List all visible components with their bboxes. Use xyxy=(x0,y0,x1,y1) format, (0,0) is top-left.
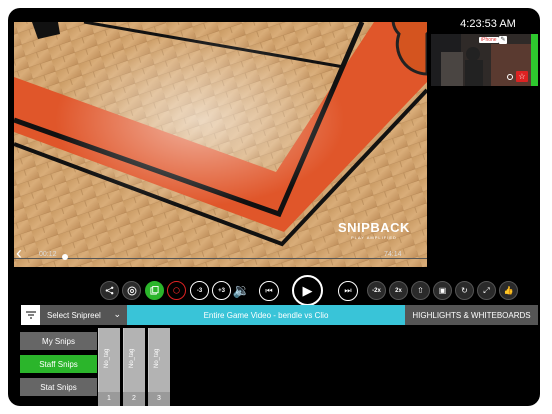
rate-down-label: -2x xyxy=(372,287,381,294)
clip-tag: No_tag xyxy=(104,348,110,368)
image-capture-icon[interactable]: ▣ xyxy=(433,281,452,300)
rate-up-label: 2x xyxy=(395,287,402,294)
back-arrow-icon[interactable]: ‹ xyxy=(16,244,22,262)
total-duration: 74:14 xyxy=(384,251,402,258)
tab-highlights-whiteboards[interactable]: HIGHLIGHTS & WHITEBOARDS xyxy=(405,305,538,325)
clip-thumbnail[interactable]: No_tag 3 xyxy=(148,328,170,406)
rewind-3-label: -3 xyxy=(196,287,203,294)
my-snips-label: My Snips xyxy=(42,336,75,346)
pencil-icon[interactable]: ✎ xyxy=(499,36,507,44)
stat-snips-label: Stat Snips xyxy=(40,382,77,392)
share-icon[interactable] xyxy=(100,281,119,300)
star-icon[interactable]: ☆ xyxy=(516,71,528,82)
thumbs-up-icon[interactable]: 👍 xyxy=(499,281,518,300)
tab-highlights-label: HIGHLIGHTS & WHITEBOARDS xyxy=(412,310,531,320)
snipback-watermark: SNIPBACK PLAY AMPLIFIED xyxy=(338,220,410,240)
rate-down-button[interactable]: -2x xyxy=(367,281,386,300)
clip-number: 2 xyxy=(123,392,145,406)
clip-thumbnail[interactable]: No_tag 1 xyxy=(98,328,120,406)
select-snipreel-label: Select Snipreel xyxy=(47,310,101,320)
staff-snips-label: Staff Snips xyxy=(39,359,78,369)
camera-switch-icon[interactable] xyxy=(507,74,513,80)
forward-3-button[interactable]: +3 xyxy=(212,281,231,300)
refresh-icon[interactable]: ↻ xyxy=(455,281,474,300)
clip-snip-icon[interactable] xyxy=(145,281,164,300)
record-timer-icon[interactable]: ◯ xyxy=(167,281,186,300)
scrubber-track[interactable] xyxy=(14,258,427,259)
watermark-logo: SNIPBACK xyxy=(338,220,410,235)
pip-status-bar xyxy=(531,34,538,86)
tab-entire-game-video-label: Entire Game Video - bendle vs Clio xyxy=(203,310,329,320)
app-frame: SNIPBACK PLAY AMPLIFIED ‹ 00:12 74:14 4:… xyxy=(8,8,540,406)
clip-thumbnail[interactable]: No_tag 2 xyxy=(123,328,145,406)
clip-tag: No_tag xyxy=(154,348,160,368)
chevron-down-icon: ⌄ xyxy=(113,309,121,319)
rewind-3-button[interactable]: -3 xyxy=(190,281,209,300)
watermark-tagline: PLAY AMPLIFIED xyxy=(351,235,397,240)
rate-up-button[interactable]: 2x xyxy=(389,281,408,300)
tab-entire-game-video[interactable]: Entire Game Video - bendle vs Clio xyxy=(127,305,405,325)
select-snipreel-dropdown[interactable]: Select Snipreel ⌄ xyxy=(40,305,127,325)
snipreel-tab-row: Select Snipreel ⌄ Entire Game Video - be… xyxy=(8,305,540,325)
filter-icon[interactable] xyxy=(21,305,40,325)
upload-icon[interactable]: ⇧ xyxy=(411,281,430,300)
scrubber-handle[interactable] xyxy=(62,254,68,260)
elapsed-time: 00:12 xyxy=(39,251,57,258)
volume-icon[interactable]: 🔉 xyxy=(232,281,251,300)
clip-number: 1 xyxy=(98,392,120,406)
play-button[interactable]: ▶ xyxy=(292,275,323,306)
clip-tag: No_tag xyxy=(129,348,135,368)
my-snips-button[interactable]: My Snips xyxy=(20,332,97,350)
forward-3-label: +3 xyxy=(218,287,225,294)
aperture-icon[interactable] xyxy=(122,281,141,300)
playback-controls: ◯ -3 +3 🔉 ⏮ ▶ ⏭ -2x 2x ⇧ ▣ ↻ ⤢ 👍 xyxy=(8,270,540,310)
fullscreen-icon[interactable]: ⤢ xyxy=(477,281,496,300)
status-clock: 4:23:53 AM xyxy=(460,18,516,30)
clip-number: 3 xyxy=(148,392,170,406)
pip-device-label: iPhone xyxy=(479,37,499,43)
staff-snips-button[interactable]: Staff Snips xyxy=(20,355,97,373)
skip-back-icon[interactable]: ⏮ xyxy=(259,281,279,301)
skip-forward-icon[interactable]: ⏭ xyxy=(338,281,358,301)
stat-snips-button[interactable]: Stat Snips xyxy=(20,378,97,396)
